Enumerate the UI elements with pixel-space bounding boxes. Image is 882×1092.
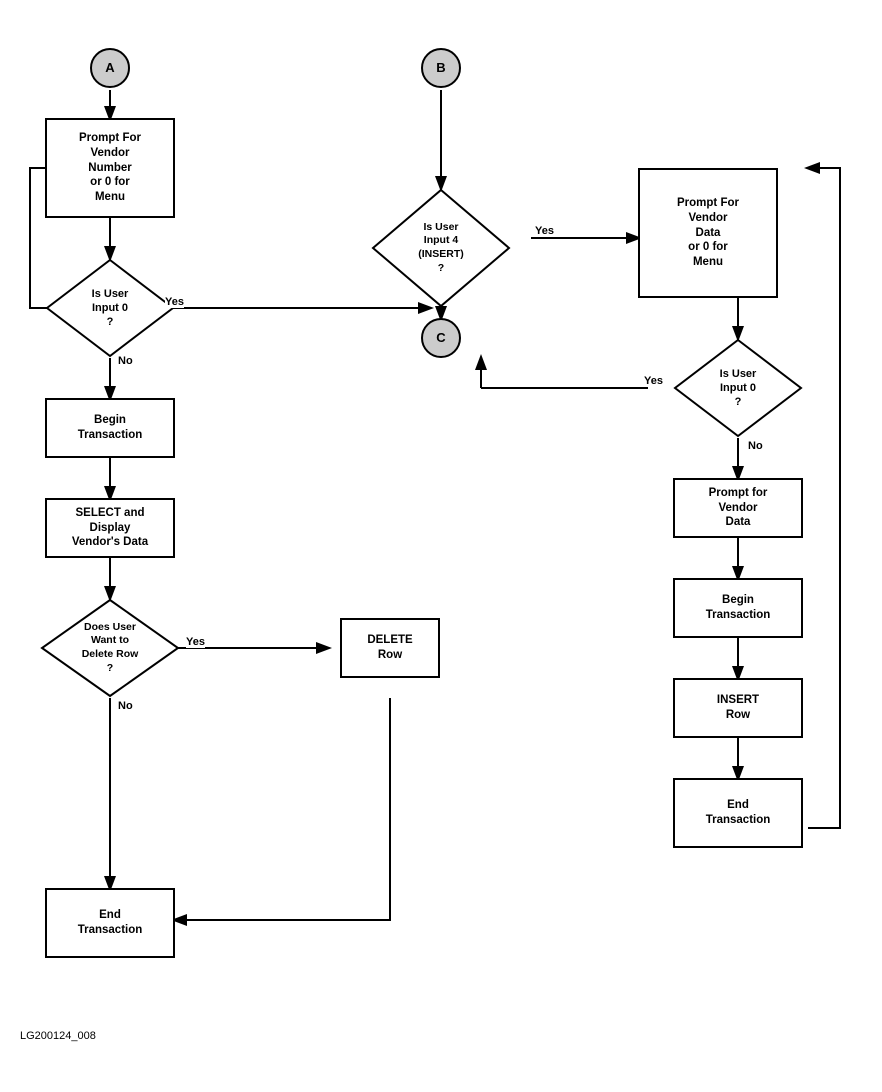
prompt-vendor-data-right2-box: Prompt for Vendor Data <box>673 478 803 538</box>
no-label-input0-left: No <box>118 355 133 367</box>
yes-label-input0-right: Yes <box>644 375 663 387</box>
insert-row-box: INSERT Row <box>673 678 803 738</box>
does-user-want-delete-diamond: Does User Want to Delete Row ? <box>40 598 180 698</box>
prompt-vendor-data-right-label: Prompt For Vendor Data or 0 for Menu <box>677 196 739 271</box>
end-transaction-left-label: End Transaction <box>78 908 143 938</box>
insert-row-label: INSERT Row <box>717 693 759 723</box>
is-user-input-4-label: Is User Input 4 (INSERT) ? <box>418 221 464 276</box>
prompt-vendor-data-right-box: Prompt For Vendor Data or 0 for Menu <box>638 168 778 298</box>
begin-transaction-right-box: Begin Transaction <box>673 578 803 638</box>
end-transaction-right-box: End Transaction <box>673 778 803 848</box>
is-user-input-0-right-label: Is User Input 0 ? <box>720 367 757 410</box>
yes-label-input0-left: Yes <box>165 296 184 308</box>
end-transaction-right-label: End Transaction <box>706 798 771 828</box>
begin-transaction-left-label: Begin Transaction <box>78 413 143 443</box>
no-label-delete: No <box>118 700 133 712</box>
begin-transaction-right-label: Begin Transaction <box>706 593 771 623</box>
connector-c: C <box>421 318 461 358</box>
no-label-input0-right: No <box>748 440 763 452</box>
prompt-vendor-data-right2-label: Prompt for Vendor Data <box>709 486 768 531</box>
is-user-input-4-diamond: Is User Input 4 (INSERT) ? <box>371 188 511 308</box>
prompt-vendor-number-label: Prompt For Vendor Number or 0 for Menu <box>79 131 141 206</box>
footer-label: LG200124_008 <box>20 1030 96 1042</box>
select-display-label: SELECT and Display Vendor's Data <box>72 506 148 551</box>
delete-row-box: DELETE Row <box>340 618 440 678</box>
prompt-vendor-number-box: Prompt For Vendor Number or 0 for Menu <box>45 118 175 218</box>
end-transaction-left-box: End Transaction <box>45 888 175 958</box>
connector-b: B <box>421 48 461 88</box>
yes-label-delete: Yes <box>186 636 205 648</box>
delete-row-label: DELETE Row <box>367 633 412 663</box>
flowchart: A B Prompt For Vendor Number or 0 for Me… <box>0 0 882 1060</box>
yes-label-input4: Yes <box>535 225 554 237</box>
is-user-input-0-right-diamond: Is User Input 0 ? <box>673 338 803 438</box>
begin-transaction-left-box: Begin Transaction <box>45 398 175 458</box>
is-user-input-0-left-label: Is User Input 0 ? <box>92 287 129 330</box>
does-user-want-delete-label: Does User Want to Delete Row ? <box>82 621 139 676</box>
connector-a: A <box>90 48 130 88</box>
is-user-input-0-left-diamond: Is User Input 0 ? <box>45 258 175 358</box>
select-display-box: SELECT and Display Vendor's Data <box>45 498 175 558</box>
